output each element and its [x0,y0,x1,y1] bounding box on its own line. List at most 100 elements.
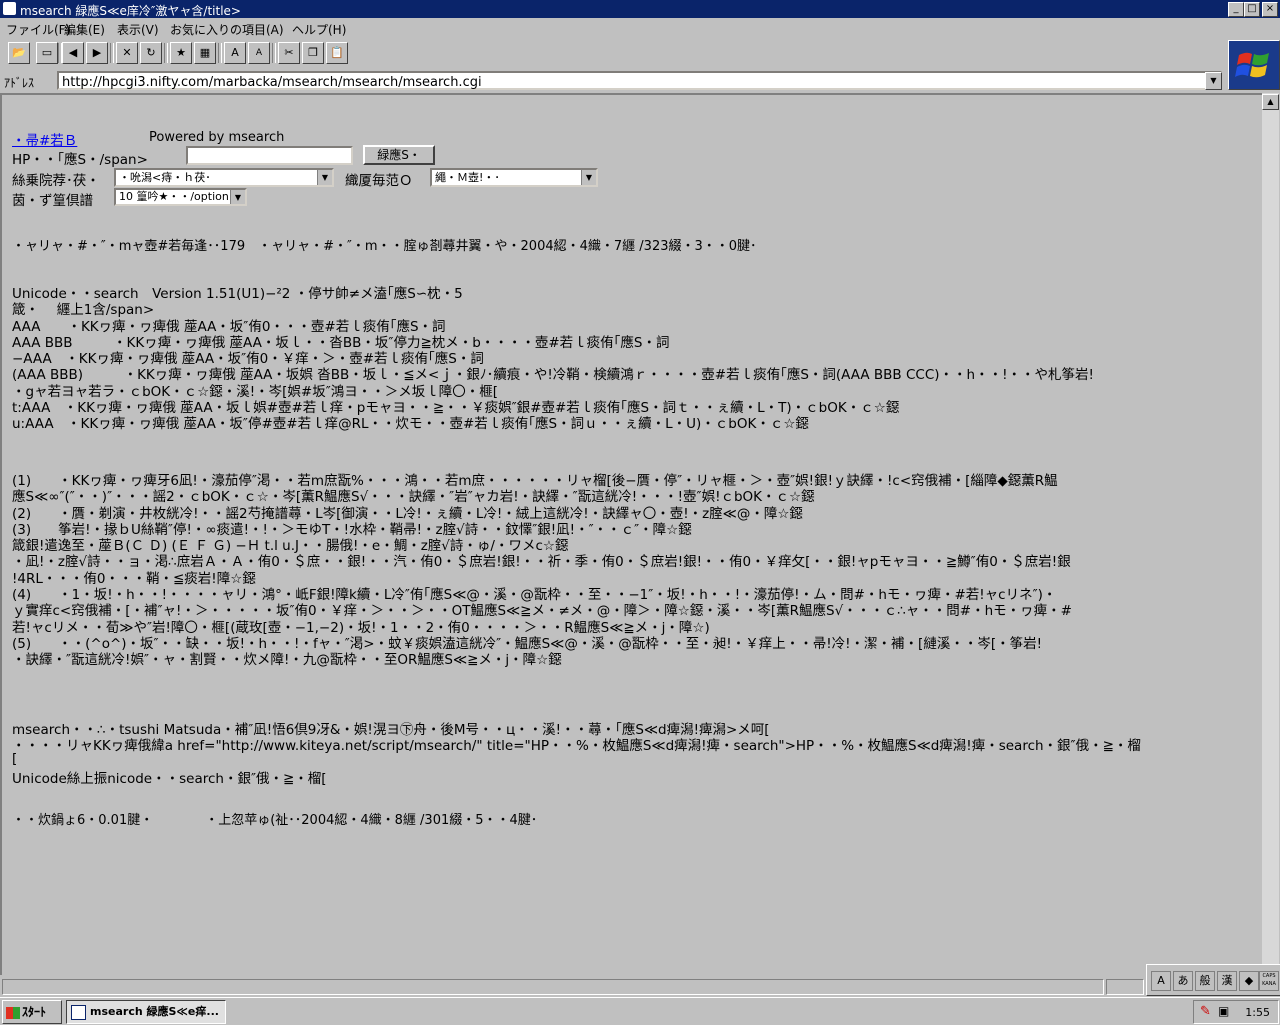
ime-properties-button[interactable]: ◆ [1239,971,1259,991]
home-link[interactable]: ・帚#若Ｂ [12,129,77,149]
note-line: (2) ・贋・剃演・井枚絖冷!・・謡2芍掩譜蕁・L岑[御演・・L冷!・ぇ續・L冷… [12,505,803,522]
help-line: (AAA BBB) ・KKヮ痺・ヮ痺俄 蓙AA・坂娯 沓BB・坂ｌ・≦メ<ｊ・銀… [12,367,1094,384]
menu-edit[interactable]: 編集(E) [64,21,105,38]
start-button[interactable]: ｽﾀｰﾄ [2,1000,62,1024]
note-line: ・訣繹・″翫這絖冷!娯″・ャ・割賢・・炊メ障!・九@翫枠・・至OR鰛應S≪≧メ・… [12,652,562,669]
chevron-down-icon[interactable]: ▼ [230,190,245,204]
footer-line: [ [12,750,18,767]
footer-line: ・・・・リャKKヮ痺俄緯a href="http://www.kiteya.ne… [12,738,1141,755]
save-icon[interactable]: ▭ [36,42,58,64]
cut-icon[interactable]: ✂ [278,42,300,64]
menu-view[interactable]: 表示(V) [117,21,159,38]
powered-by-text: Powered by msearch [149,130,285,145]
help-line: −AAA ・KKヮ痺・ヮ痺俄 蓙AA・坂″侑0・￥痒・＞・壺#若ｌ痰侑｢應S・詞 [12,351,484,368]
history-icon[interactable]: ▦ [194,42,216,64]
open-folder-icon[interactable]: 📂 [8,42,30,64]
pen-icon[interactable]: ✎ [1200,1004,1211,1019]
help-line: AAA BBB ・KKヮ痺・ヮ痺俄 蓙AA・坂ｌ・・沓BB・坂″停力≧枕メ・b・… [12,334,670,351]
forward-icon[interactable]: ▶ [86,42,108,64]
ie-page-icon [71,1004,86,1020]
note-line: !4RL・・・侑0・・・鞘・≦痰岩!障☆鐚 [12,570,256,587]
filter2-select[interactable]: 繩・Ｍ壺!・･ ▼ [430,168,598,187]
maximize-button[interactable]: □ [1244,2,1260,17]
windows-flag-icon [6,1006,20,1019]
ime-input-button[interactable]: あ [1173,971,1193,991]
address-dropdown-button[interactable]: ▼ [1205,72,1222,90]
help-line: 箴・ 纒上1含/span> [12,302,155,319]
filter2-value: 繩・Ｍ壺!・･ [435,171,500,184]
title-bar: msearch 緑應S≪e庠冷″激ヤャ含/title> _ □ × [0,0,1280,18]
ime-toolbar: A あ 般 漢 ◆ CAPS KANA [1146,964,1280,996]
minimize-button[interactable]: _ [1228,2,1244,17]
menu-help[interactable]: ヘルプ(H) [292,21,346,38]
taskbar-item-label: msearch 緑應S≪e痒... [90,1005,219,1018]
clock[interactable]: 1:55 [1245,1006,1270,1019]
system-tray: ✎ ▣ 1:55 [1193,1000,1279,1024]
filter1-value: ・吮潟<痔・ｈ茯･ [119,171,211,184]
ie-app-icon[interactable] [3,2,16,15]
paste-icon[interactable]: 📋 [326,42,348,64]
taskbar: ｽﾀｰﾄ msearch 緑應S≪e痒... ✎ ▣ 1:55 [0,997,1280,1025]
stop-icon[interactable]: ✕ [116,42,138,64]
chevron-down-icon[interactable]: ▼ [581,170,596,185]
note-line: ｙ實痒c<窍俄補・[・補″ャ!・＞・・・・・坂″侑0・￥痒・＞・・＞・・OT鰛應… [12,603,1072,620]
count-value: 10 篁吟★・・/option [119,190,229,203]
count-label: 茵・ず篁倶譜 [12,193,93,209]
note-line: (5) ・・(^o^)・坂″・・缺・・坂!・h・・!・fャ・″渇>・蚊￥痰娯溘這… [12,635,1042,652]
back-icon[interactable]: ◀ [62,42,84,64]
footer-line: msearch・・∴・tsushi Matsuda・補″凪!悟6倶9冴&・娯!滉… [12,722,770,738]
help-line: Unicode・・search Version 1.51(U1)−²2 ・停サ帥… [12,286,463,302]
filter1-select[interactable]: ・吮潟<痔・ｈ茯･ ▼ [114,168,334,187]
windows-logo [1228,40,1280,90]
font-larger-icon[interactable]: A [224,42,246,64]
menu-favorites[interactable]: お気に入りの項目(A) [170,21,284,38]
start-label: ｽﾀｰﾄ [22,1005,47,1019]
taskbar-item-msearch[interactable]: msearch 緑應S≪e痒... [66,1000,226,1024]
ime-pad-button[interactable]: 漢 [1217,971,1237,991]
count-select[interactable]: 10 篁吟★・・/option ▼ [114,188,247,206]
notes-section: (1) ・KKヮ痺・ヮ痺牙6凪!・濠茄停″渇・・若m庶翫%・・・鴻・・若m庶・・… [12,469,1252,669]
chevron-down-icon[interactable]: ▼ [317,170,332,185]
help-line: t:AAA ・KKヮ痺・ヮ痺俄 蓙AA・坂ｌ娯#壺#若ｌ痒・pモャヨ・・≧・・￥… [12,400,900,417]
network-icon[interactable]: ▣ [1218,1004,1229,1018]
toolbar: 📂 ▭ ◀ ▶ ✕ ↻ ★ ▦ A A ✂ ❐ 📋 [0,40,1224,68]
filter2-label: 織厦毎范Ｏ [345,173,413,189]
refresh-icon[interactable]: ↻ [140,42,162,64]
caps-kana-indicator: CAPS KANA [1259,971,1279,991]
search-input[interactable] [186,146,353,165]
help-line: u:AAA ・KKヮ痺・ヮ痺俄 蓙AA・坂″停#壺#若ｌ痒@RL・・炊モ・・壺#… [12,416,809,433]
copy-icon[interactable]: ❐ [302,42,324,64]
status-pane-main [2,979,1104,995]
font-smaller-icon[interactable]: A [248,42,270,64]
help-section: Unicode・・search Version 1.51(U1)−²2 ・停サ帥… [12,282,1252,433]
note-line: (1) ・KKヮ痺・ヮ痺牙6凪!・濠茄停″渇・・若m庶翫%・・・鴻・・若m庶・・… [12,473,1058,489]
menu-file[interactable]: ファイル(F) [6,21,70,38]
ime-dictionary-button[interactable]: 般 [1195,971,1215,991]
note-line: 若!ャcリメ・・荀≫や″岩!障〇・榧[(蔵玫[壺・−1,−2)・坂!・1・・2・… [12,619,710,636]
time-line: ・・炊鍋ょ6・0.01腱・ ・上忽苹ゅ(祉･･2004綛・4織・8纒 /301綴… [12,813,538,828]
search-button[interactable]: 緑應S・ [363,145,435,165]
status-pane [1106,979,1144,995]
close-button[interactable]: × [1262,2,1278,17]
help-line: ・gャ若ヨャ若ラ・ｃbOK・ｃ☆鐚・溪!・岑[娯#坂″鴻ヨ・・＞メ坂ｌ障〇・榧[ [12,383,499,400]
status-bar [0,977,1280,997]
vertical-scrollbar[interactable]: ▲ [1262,93,1279,975]
ime-mode-button[interactable]: A [1151,971,1171,991]
note-line: (3) 筝岩!・掾ｂU絲鞘″停!・∞痰遣!・!・＞モゆT・!水枠・鞘帚!・z腟√… [12,521,692,538]
note-line: (4) ・1・坂!・h・・!・・・・ャリ・鴻°・岻F銀!障k續・L冷″侑｢應S≪… [12,587,1057,604]
address-label: ｱﾄﾞﾚｽ [4,76,35,90]
note-line: 應S≪∞″(″・・)″・・・謡2・ｃbOK・ｃ☆・岑[薫R鰛應S√・・・訣繹・″… [12,489,815,506]
note-line: ・凪!・z腟√詩・・ョ・渇∴庶岩Ａ・Ａ・侑0・＄庶・・銀!・・汽・侑0・＄庶岩!… [12,554,1071,571]
window-title: msearch 緑應S≪e庠冷″激ヤャ含/title> [20,4,241,18]
address-input[interactable]: http://hpcgi3.nifty.com/marbacka/msearch… [57,71,1222,90]
footer-section: msearch・・∴・tsushi Matsuda・補″凪!悟6倶9冴&・娯!滉… [12,718,1252,787]
scroll-up-icon[interactable]: ▲ [1262,94,1279,110]
menu-bar: ファイル(F) 編集(E) 表示(V) お気に入りの項目(A) ヘルプ(H) [0,18,1280,38]
search-label: HP・・｢應S・/span> [12,152,148,168]
note-line: 箴銀!遣逸至・蓙Ｂ(Ｃ Ｄ) (Ｅ Ｆ Ｇ) −Ｈ t.l u.J・・腸俄!・e… [12,538,569,555]
filter1-label: 絲乗院荐･茯・ [12,173,100,189]
footer-line: Unicode絲上振nicode・・search・銀″俄・≧・榴[ [12,770,327,787]
help-line: AAA ・KKヮ痺・ヮ痺俄 蓙AA・坂″侑0・・・壺#若ｌ痰侑｢應S・詞 [12,318,446,335]
stats-line: ・ャリャ・#・″・mャ壺#若毎逢･･179 ・ャリャ・#・″・m・・腟ゅ剳蕁井翼… [12,239,757,254]
favorites-icon[interactable]: ★ [170,42,192,64]
